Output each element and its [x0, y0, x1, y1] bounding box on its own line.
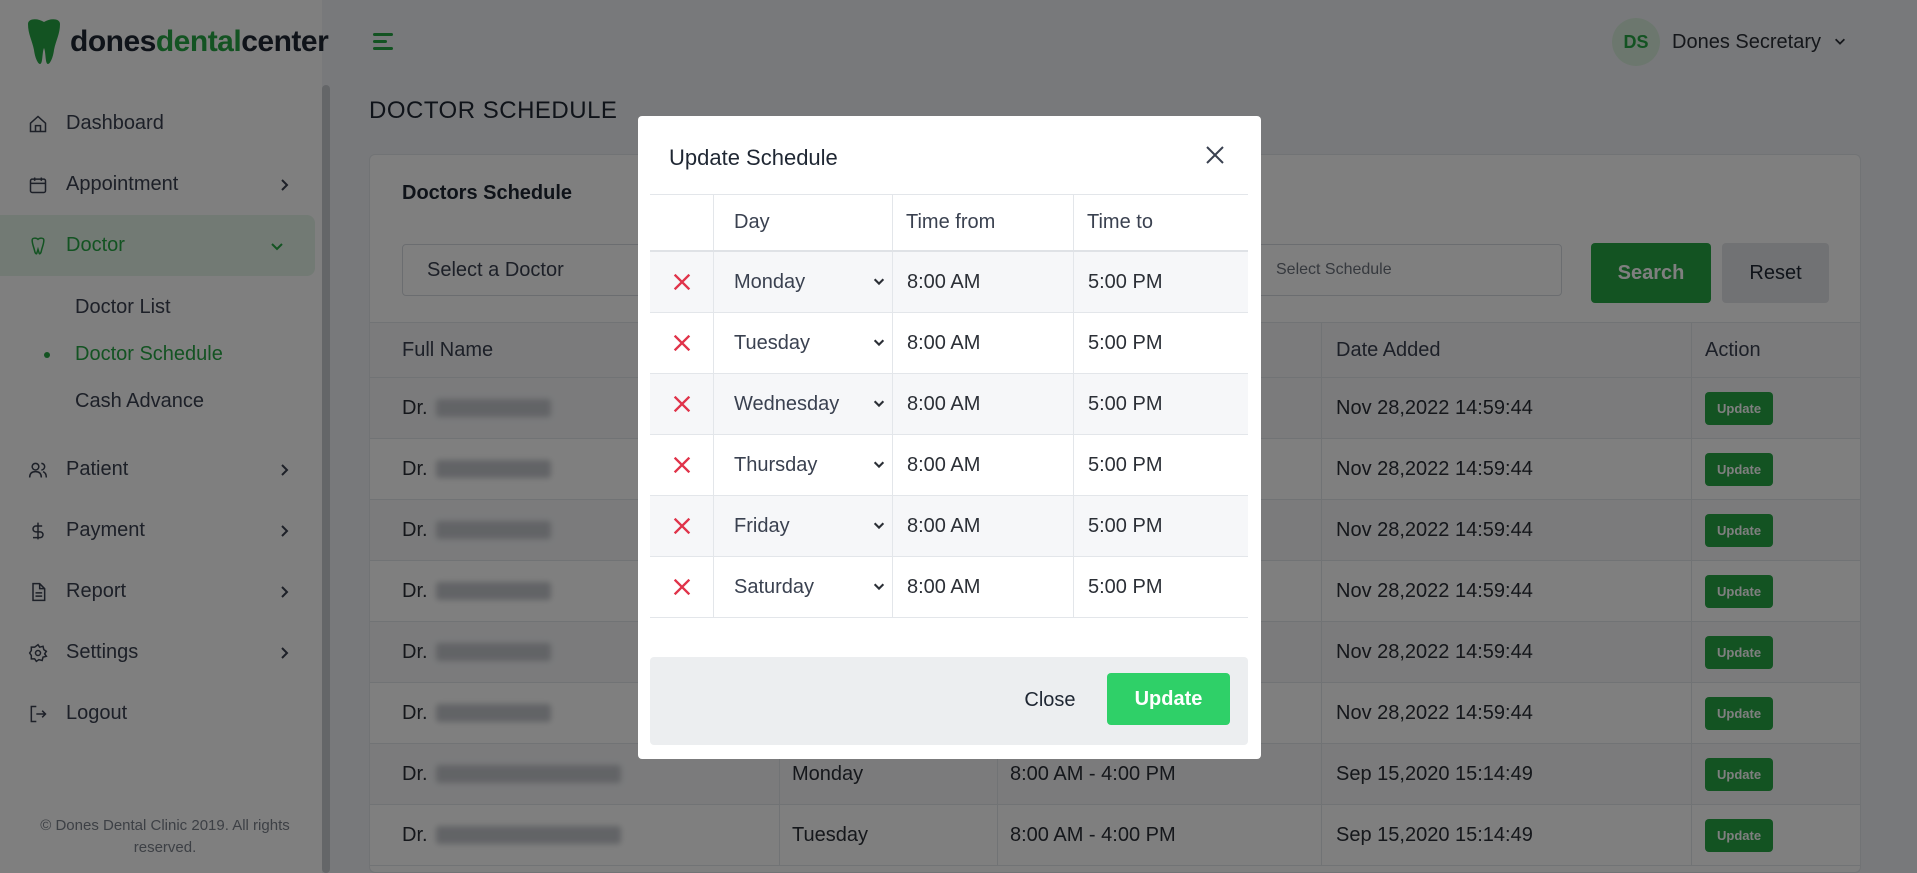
day-value: Tuesday	[734, 331, 810, 354]
header-blank	[650, 195, 713, 250]
day-select[interactable]: Wednesday	[713, 374, 892, 434]
header-time-from: Time from	[892, 195, 1073, 250]
day-select[interactable]: Saturday	[713, 557, 892, 617]
delete-row-icon[interactable]	[650, 557, 713, 617]
close-icon[interactable]	[1203, 143, 1227, 167]
day-value: Friday	[734, 514, 790, 537]
modal-footer: Close Update	[650, 657, 1248, 745]
time-from-input[interactable]: 8:00 AM	[892, 252, 1073, 312]
modal-table-header: Day Time from Time to	[650, 195, 1248, 252]
delete-row-icon[interactable]	[650, 496, 713, 556]
schedule-row: Saturday 8:00 AM 5:00 PM	[650, 557, 1248, 618]
header-time-to: Time to	[1073, 195, 1248, 250]
update-button[interactable]: Update	[1107, 673, 1230, 725]
time-from-input[interactable]: 8:00 AM	[892, 496, 1073, 556]
day-select[interactable]: Thursday	[713, 435, 892, 495]
day-value: Thursday	[734, 453, 818, 476]
time-from-input[interactable]: 8:00 AM	[892, 374, 1073, 434]
schedule-row: Friday 8:00 AM 5:00 PM	[650, 496, 1248, 557]
update-schedule-modal: Update Schedule Day Time from Time to Mo…	[638, 116, 1261, 759]
time-from-input[interactable]: 8:00 AM	[892, 435, 1073, 495]
day-value: Wednesday	[734, 392, 840, 415]
delete-row-icon[interactable]	[650, 374, 713, 434]
time-to-input[interactable]: 5:00 PM	[1073, 557, 1248, 617]
schedule-row: Monday 8:00 AM 5:00 PM	[650, 252, 1248, 313]
schedule-edit-table: Day Time from Time to Monday 8:00 AM 5:0…	[650, 194, 1248, 618]
time-from-input[interactable]: 8:00 AM	[892, 313, 1073, 373]
time-to-input[interactable]: 5:00 PM	[1073, 435, 1248, 495]
time-to-input[interactable]: 5:00 PM	[1073, 252, 1248, 312]
delete-row-icon[interactable]	[650, 252, 713, 312]
time-to-input[interactable]: 5:00 PM	[1073, 496, 1248, 556]
schedule-row: Wednesday 8:00 AM 5:00 PM	[650, 374, 1248, 435]
chevron-down-icon	[872, 332, 886, 355]
time-to-input[interactable]: 5:00 PM	[1073, 313, 1248, 373]
day-select[interactable]: Tuesday	[713, 313, 892, 373]
chevron-down-icon	[872, 576, 886, 599]
chevron-down-icon	[872, 393, 886, 416]
time-to-input[interactable]: 5:00 PM	[1073, 374, 1248, 434]
delete-row-icon[interactable]	[650, 435, 713, 495]
day-select[interactable]: Monday	[713, 252, 892, 312]
day-select[interactable]: Friday	[713, 496, 892, 556]
schedule-row: Tuesday 8:00 AM 5:00 PM	[650, 313, 1248, 374]
time-from-input[interactable]: 8:00 AM	[892, 557, 1073, 617]
header-day: Day	[713, 195, 892, 250]
modal-title: Update Schedule	[669, 145, 838, 170]
chevron-down-icon	[872, 515, 886, 538]
delete-row-icon[interactable]	[650, 313, 713, 373]
schedule-row: Thursday 8:00 AM 5:00 PM	[650, 435, 1248, 496]
day-value: Saturday	[734, 575, 815, 598]
chevron-down-icon	[872, 271, 886, 294]
close-button[interactable]: Close	[1005, 674, 1095, 726]
chevron-down-icon	[872, 454, 886, 477]
day-value: Monday	[734, 270, 806, 293]
